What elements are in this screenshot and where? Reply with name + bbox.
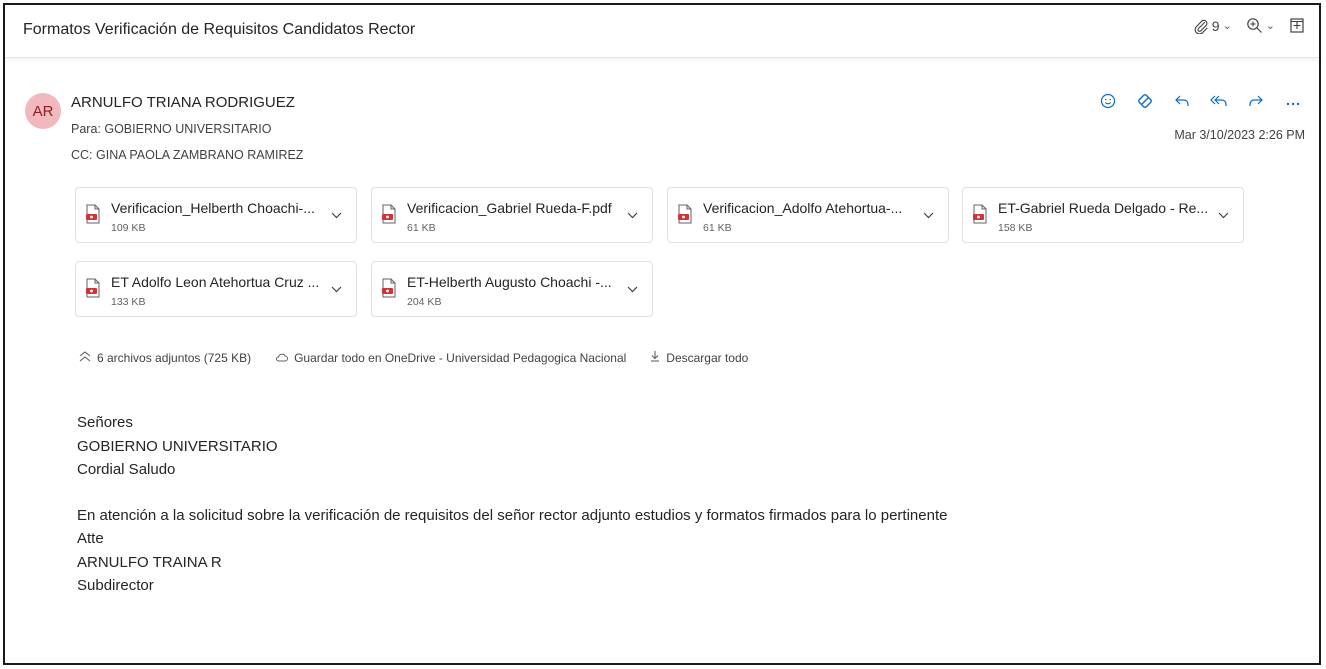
open-in-new-window-button[interactable] [1289, 17, 1305, 34]
body-line: Atte [77, 530, 104, 547]
attachment-card[interactable]: Verificacion_Helberth Choachi-... 109 KB [75, 187, 357, 243]
forward-icon [1248, 94, 1264, 113]
attachment-card[interactable]: Verificacion_Adolfo Atehortua-... 61 KB [667, 187, 949, 243]
forward-button[interactable] [1244, 91, 1268, 115]
smiley-icon [1100, 93, 1116, 114]
chevron-down-icon[interactable] [331, 280, 342, 298]
pop-out-icon [1289, 17, 1305, 34]
attachments-summary-bar: 6 archivos adjuntos (725 KB) Guardar tod… [79, 350, 748, 365]
email-subject: Formatos Verificación de Requisitos Cand… [23, 21, 416, 38]
subject-bar: Formatos Verificación de Requisitos Cand… [5, 5, 1319, 58]
collapse-attachments-button[interactable]: 6 archivos adjuntos (725 KB) [79, 351, 251, 365]
attachment-name: Verificacion_Gabriel Rueda-F.pdf [407, 200, 612, 216]
attachment-name: ET-Gabriel Rueda Delgado - Re... [998, 200, 1208, 216]
attachment-size: 61 KB [407, 222, 436, 234]
attachments-count-label: 6 archivos adjuntos (725 KB) [97, 350, 252, 365]
attachment-count: 9 [1211, 17, 1220, 34]
attachment-name: Verificacion_Adolfo Atehortua-... [703, 200, 903, 216]
reply-icon [1174, 94, 1190, 113]
body-line: ARNULFO TRAINA R [77, 553, 222, 571]
body-line: En atención a la solicitud sobre la veri… [77, 506, 948, 524]
pdf-file-icon [972, 204, 988, 229]
pdf-file-icon [677, 204, 693, 229]
reply-all-icon [1210, 94, 1228, 113]
more-actions-button[interactable] [1281, 91, 1305, 115]
zoom-in-icon [1246, 17, 1263, 34]
pdf-file-icon [381, 204, 397, 229]
chevron-down-icon[interactable] [923, 206, 934, 224]
message-actions [1096, 91, 1305, 115]
pdf-file-icon [85, 278, 101, 303]
react-button[interactable] [1096, 91, 1120, 115]
reply-all-button[interactable] [1207, 91, 1231, 115]
attachment-name: Verificacion_Helberth Choachi-... [111, 200, 315, 216]
chevron-down-icon[interactable] [331, 206, 342, 224]
save-all-label: Guardar todo en OneDrive - Universidad P… [294, 350, 627, 365]
attachment-name: ET-Helberth Augusto Choachi -... [407, 274, 612, 290]
chevron-up-double-icon [79, 350, 91, 365]
attachment-size: 109 KB [111, 222, 146, 234]
subject-toolbar: 9 ⌄ ⌄ [1193, 17, 1305, 34]
ellipsis-icon [1285, 94, 1301, 112]
attachment-card[interactable]: ET-Gabriel Rueda Delgado - Re... 158 KB [962, 187, 1244, 243]
loop-button[interactable] [1133, 91, 1157, 115]
attachment-card[interactable]: Verificacion_Gabriel Rueda-F.pdf 61 KB [371, 187, 653, 243]
attachment-name: ET Adolfo Leon Atehortua Cruz ... [111, 274, 320, 290]
sender-name[interactable]: ARNULFO TRIANA RODRIGUEZ [71, 94, 295, 111]
cc-recipients[interactable]: CC: GINA PAOLA ZAMBRANO RAMIREZ [71, 148, 303, 162]
download-icon [650, 350, 660, 365]
attachment-card[interactable]: ET Adolfo Leon Atehortua Cruz ... 133 KB [75, 261, 357, 317]
paperclip-icon [1193, 18, 1209, 34]
body-line: Subdirector [77, 577, 154, 594]
body-line: GOBIERNO UNIVERSITARIO [77, 437, 278, 455]
chevron-down-icon: ⌄ [1222, 20, 1232, 32]
loop-icon [1136, 92, 1154, 115]
attachment-card[interactable]: ET-Helberth Augusto Choachi -... 204 KB [371, 261, 653, 317]
attachment-size: 61 KB [703, 222, 732, 234]
avatar[interactable]: AR [25, 93, 61, 129]
zoom-button[interactable]: ⌄ [1246, 17, 1275, 34]
attachment-size: 204 KB [407, 296, 442, 308]
save-all-onedrive-button[interactable]: Guardar todo en OneDrive - Universidad P… [275, 351, 626, 365]
chevron-down-icon[interactable] [1218, 206, 1229, 224]
message-body: Señores GOBIERNO UNIVERSITARIO Cordial S… [77, 411, 947, 598]
attachment-size: 133 KB [111, 296, 146, 308]
chevron-down-icon[interactable] [627, 280, 638, 298]
reply-button[interactable] [1170, 91, 1194, 115]
attachments-button[interactable]: 9 ⌄ [1193, 18, 1232, 34]
attachment-size: 158 KB [998, 222, 1033, 234]
sent-datetime: Mar 3/10/2023 2:26 PM [1174, 128, 1305, 142]
pdf-file-icon [85, 204, 101, 229]
email-reading-pane: Formatos Verificación de Requisitos Cand… [3, 3, 1321, 665]
body-line: Cordial Saludo [77, 461, 176, 478]
download-all-button[interactable]: Descargar todo [650, 350, 748, 365]
body-line: Señores [77, 414, 133, 431]
download-all-label: Descargar todo [666, 350, 749, 365]
chevron-down-icon[interactable] [627, 206, 638, 224]
cloud-icon [275, 351, 289, 365]
pdf-file-icon [381, 278, 397, 303]
chevron-down-icon: ⌄ [1265, 20, 1275, 32]
to-recipients[interactable]: Para: GOBIERNO UNIVERSITARIO [71, 122, 272, 136]
